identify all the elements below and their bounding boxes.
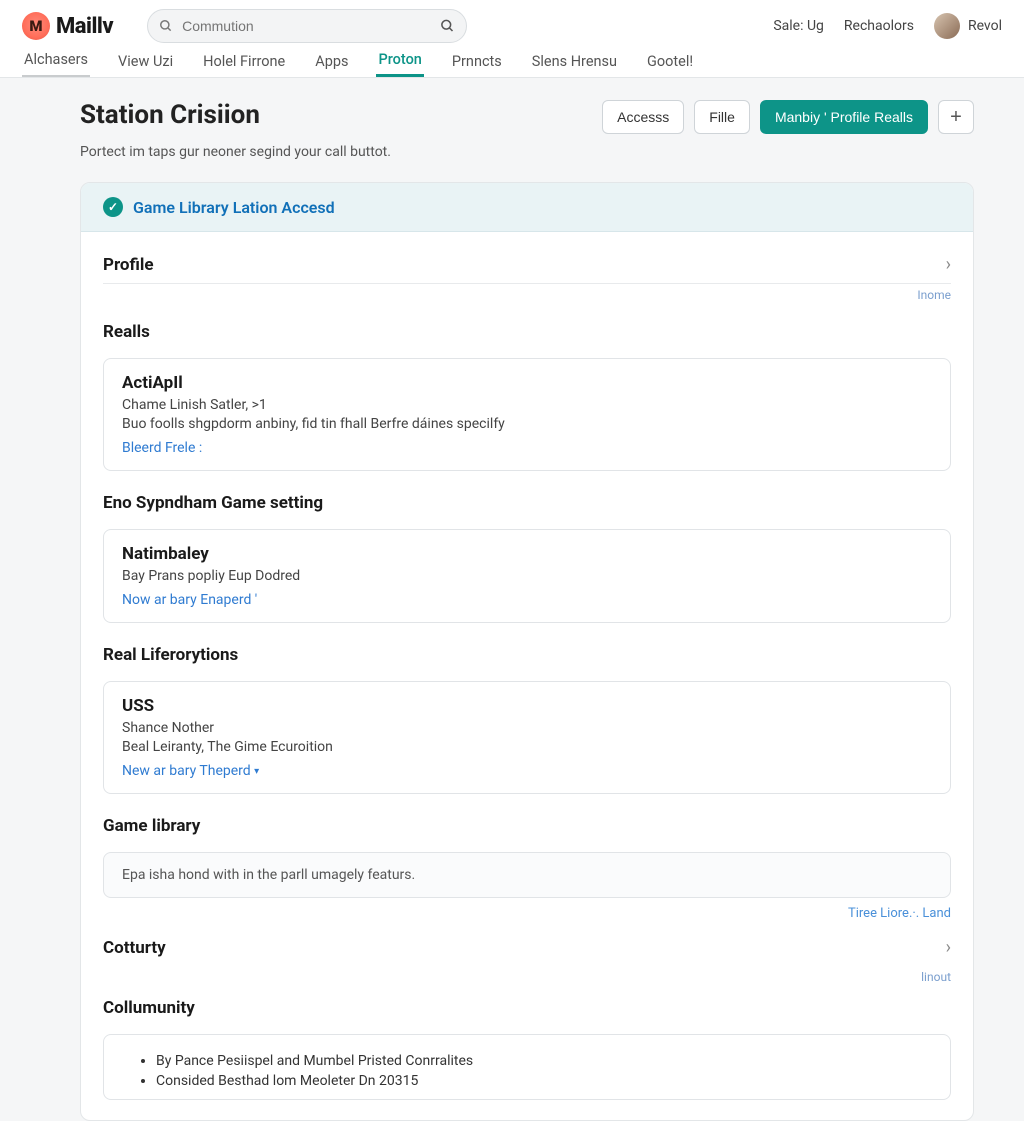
logo[interactable]: M Maillv — [22, 12, 113, 40]
page-actions: Accesss Fille Manbiy ' Profile Realls + — [602, 100, 974, 134]
tab-alchasers[interactable]: Alchasers — [22, 44, 90, 77]
game-setting-title: Eno Sypndham Game setting — [103, 471, 951, 523]
search-field-wrap — [147, 9, 467, 43]
cotturty-section-row[interactable]: Cotturty › — [103, 921, 951, 966]
user-name: Revol — [968, 18, 1002, 34]
real-lif-link[interactable]: New ar bary Theperd ▾ — [122, 763, 259, 779]
profile-section-row[interactable]: Profile › — [103, 244, 951, 284]
community-card: By Pance Pesiispel and Mumbel Pristed Co… — [103, 1034, 951, 1100]
game-library-link[interactable]: Tiree Liore.·. Land — [103, 906, 951, 921]
game-setting-heading: Natimbaley — [122, 544, 932, 564]
page-title: Station Crisiion — [80, 100, 260, 130]
reails-card-heading: ActiApIl — [122, 373, 932, 393]
profile-title: Profile — [103, 255, 154, 275]
reails-card-line1: Chame Linish Satler, >1 — [122, 397, 932, 413]
page-body: Station Crisiion Accesss Fille Manbiy ' … — [0, 78, 1024, 1121]
banner-text: Game Library Lation Accesd — [133, 198, 335, 217]
search-submit-icon[interactable] — [440, 19, 455, 34]
top-link-sale[interactable]: Sale: Ug — [773, 18, 824, 34]
logo-text: Maillv — [56, 14, 113, 39]
primary-action-button[interactable]: Manbiy ' Profile Realls — [760, 100, 928, 134]
status-banner: ✓ Game Library Lation Accesd — [81, 183, 973, 232]
tab-proton[interactable]: Proton — [376, 44, 423, 77]
tab-gootel[interactable]: Gootel! — [645, 46, 695, 77]
list-item: By Pance Pesiispel and Mumbel Pristed Co… — [156, 1053, 932, 1069]
game-library-title: Game library — [103, 794, 951, 846]
reails-title: Realls — [103, 308, 951, 352]
logo-glyph: M — [29, 17, 42, 35]
top-links: Sale: Ug Rechaolors Revol — [773, 13, 1002, 39]
chevron-down-icon: ▾ — [254, 766, 259, 777]
avatar — [934, 13, 960, 39]
search-icon — [159, 19, 173, 33]
page-subtitle: Portect im taps gur neoner segind your c… — [80, 144, 974, 160]
reails-card: ActiApIl Chame Linish Satler, >1 Buo foo… — [103, 358, 951, 471]
chevron-right-icon: › — [946, 254, 951, 275]
search-input[interactable] — [147, 9, 467, 43]
tab-holel-firrone[interactable]: Holel Firrone — [201, 46, 287, 77]
topbar: M Maillv Sale: Ug Rechaolors Revol — [0, 0, 1024, 44]
reails-card-line2: Buo foolls shgpdorm anbiny, fid tin fhal… — [122, 416, 932, 432]
top-link-rech[interactable]: Rechaolors — [844, 18, 914, 34]
real-lif-link-text: New ar bary Theperd — [122, 763, 251, 779]
game-library-info: Epa isha hond with in the parll umagely … — [103, 852, 951, 898]
nav-tabs: Alchasers View Uzi Holel Firrone Apps Pr… — [0, 44, 1024, 78]
community-title: Collumunity — [103, 990, 951, 1028]
add-button[interactable]: + — [938, 100, 974, 134]
real-lif-line1: Shance Nother — [122, 720, 932, 736]
profile-side-label[interactable]: Inome — [103, 288, 951, 302]
file-button[interactable]: Fille — [694, 100, 750, 134]
real-lif-title: Real Liferorytions — [103, 623, 951, 675]
game-setting-line1: Bay Prans popliy Eup Dodred — [122, 568, 932, 584]
game-setting-link[interactable]: Now ar bary Enaperd ' — [122, 592, 257, 608]
real-lif-heading: USS — [122, 696, 932, 716]
user-menu[interactable]: Revol — [934, 13, 1002, 39]
check-icon: ✓ — [103, 197, 123, 217]
list-item: Consided Besthad lom Meoleter Dn 20315 — [156, 1073, 932, 1089]
panel-inner: Profile › Inome Realls ActiApIl Chame Li… — [81, 232, 973, 1120]
real-lif-line2: Beal Leiranty, The Gime Ecuroition — [122, 739, 932, 755]
real-lif-card: USS Shance Nother Beal Leiranty, The Gim… — [103, 681, 951, 794]
reails-card-link[interactable]: Bleerd Frele : — [122, 440, 202, 456]
tab-slens-hrensu[interactable]: Slens Hrensu — [530, 46, 619, 77]
tab-view-uzi[interactable]: View Uzi — [116, 46, 175, 77]
chevron-right-icon: › — [946, 937, 951, 958]
tab-apps[interactable]: Apps — [313, 46, 350, 77]
community-list: By Pance Pesiispel and Mumbel Pristed Co… — [156, 1053, 932, 1089]
main-panel: ✓ Game Library Lation Accesd Profile › I… — [80, 182, 974, 1121]
tab-prnncts[interactable]: Prnncts — [450, 46, 504, 77]
logo-mark: M — [22, 12, 50, 40]
access-button[interactable]: Accesss — [602, 100, 684, 134]
cotturty-side-label[interactable]: linout — [103, 970, 951, 984]
cotturty-title: Cotturty — [103, 938, 166, 958]
page-header: Station Crisiion Accesss Fille Manbiy ' … — [80, 100, 974, 134]
game-setting-card: Natimbaley Bay Prans popliy Eup Dodred N… — [103, 529, 951, 623]
